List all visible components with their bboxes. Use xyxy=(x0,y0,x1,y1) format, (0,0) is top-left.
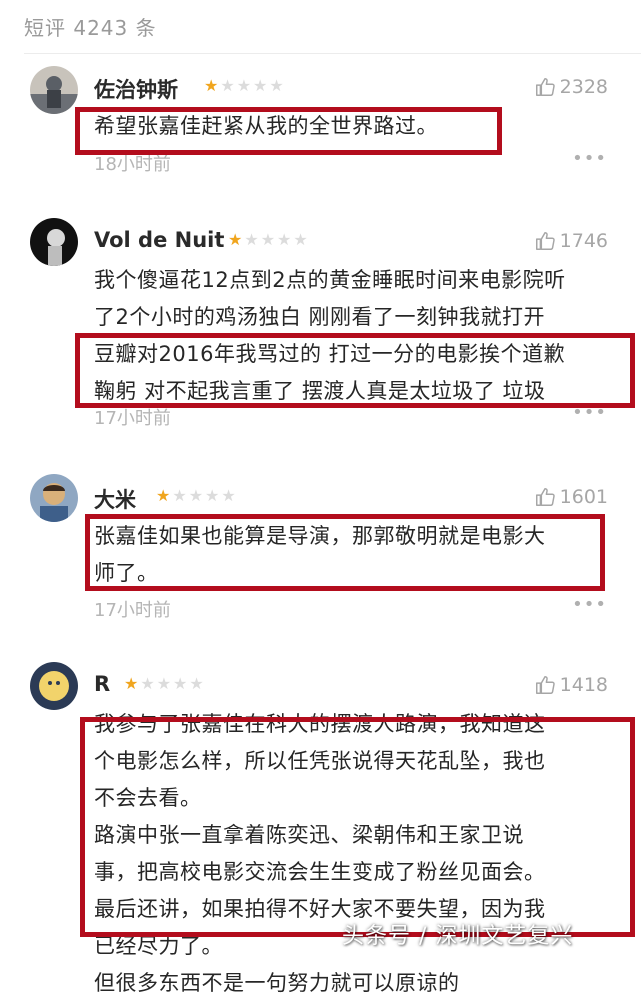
more-options-icon[interactable]: ••• xyxy=(572,148,607,169)
header-divider xyxy=(24,53,641,54)
vote-count: 2328 xyxy=(559,76,608,98)
highlight-box xyxy=(80,717,635,937)
thumbs-up-icon xyxy=(535,78,555,96)
highlight-box xyxy=(75,107,502,155)
thumbs-up-icon xyxy=(535,488,555,506)
username[interactable]: 佐治钟斯 xyxy=(94,74,178,104)
avatar[interactable] xyxy=(30,474,78,522)
avatar-photo-icon xyxy=(30,474,78,522)
highlight-box xyxy=(85,514,605,591)
username[interactable]: 大米 xyxy=(94,484,136,514)
vote-count: 1418 xyxy=(559,674,608,696)
thumbs-up-icon xyxy=(535,232,555,250)
vote-button[interactable]: 1601 xyxy=(534,486,608,508)
avatar[interactable] xyxy=(30,66,78,114)
rating-stars: ★★★★★ xyxy=(156,486,238,505)
vote-button[interactable]: 1418 xyxy=(534,674,608,696)
comment-line: 了2个小时的鸡汤独白 刚刚看了一刻钟我就打开 xyxy=(94,305,546,329)
comment-line: 但很多东西不是一句努力就可以原谅的 xyxy=(94,971,460,995)
more-options-icon[interactable]: ••• xyxy=(572,594,607,615)
rating-stars: ★★★★★ xyxy=(228,230,310,249)
reviews-count-title: 短评 4243 条 xyxy=(24,16,157,40)
timestamp: 17小时前 xyxy=(94,600,171,621)
avatar-photo-icon xyxy=(30,662,78,710)
comment-line: 我个傻逼花12点到2点的黄金睡眠时间来电影院听 xyxy=(94,268,566,292)
highlight-box xyxy=(75,333,635,408)
username[interactable]: Vol de Nuit xyxy=(94,228,224,252)
watermark: 头条号 / 深圳文艺复兴 xyxy=(342,924,574,949)
vote-count: 1601 xyxy=(559,486,608,508)
avatar[interactable] xyxy=(30,218,78,266)
thumbs-up-icon xyxy=(535,676,555,694)
vote-count: 1746 xyxy=(559,230,608,252)
avatar[interactable] xyxy=(30,662,78,710)
rating-stars: ★★★★★ xyxy=(204,76,286,95)
rating-stars: ★★★★★ xyxy=(124,674,206,693)
avatar-photo-icon xyxy=(30,218,78,266)
vote-button[interactable]: 1746 xyxy=(534,230,608,252)
username[interactable]: R xyxy=(94,672,110,696)
vote-button[interactable]: 2328 xyxy=(534,76,608,98)
avatar-photo-icon xyxy=(30,66,78,114)
